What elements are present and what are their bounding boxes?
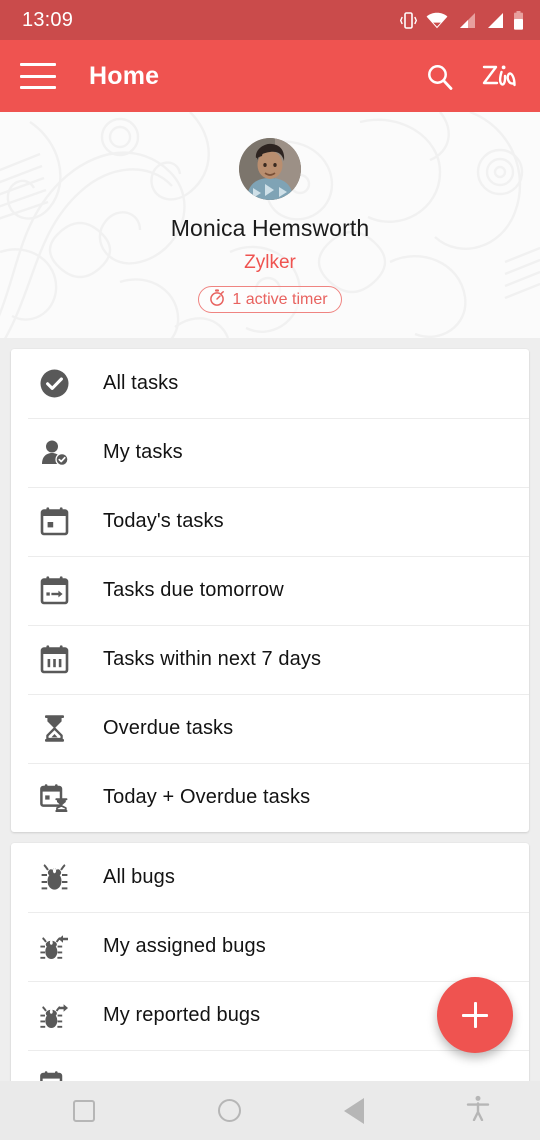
hourglass-icon [39,713,83,744]
status-bar: 13:09 [0,0,540,40]
circle-icon [218,1099,242,1122]
status-bar-icons [400,10,524,30]
square-icon [72,1099,95,1122]
stopwatch-icon [209,288,225,311]
add-button[interactable] [437,977,513,1053]
list-item-label: All tasks [103,372,179,394]
list-item-label: Today + Overdue tasks [103,786,311,808]
search-icon[interactable] [425,62,454,91]
list-item-tasks-due-tomorrow[interactable]: Tasks due tomorrow [11,556,529,625]
user-avatar-photo[interactable] [239,138,301,200]
list-item-label: My tasks [103,441,183,463]
list-item-all-tasks[interactable]: All tasks [11,349,529,418]
battery-icon [513,10,524,30]
bug-icon [39,862,83,893]
accessibility-icon [466,1095,490,1126]
accessibility-button[interactable] [416,1095,540,1126]
list-item-label: All bugs [103,866,175,888]
list-item-label: Tasks due tomorrow [103,579,284,601]
zia-assistant-icon[interactable] [480,61,518,91]
system-navigation-bar [0,1081,540,1140]
list-item-label: Tasks within next 7 days [103,648,322,670]
list-item-label: Overdue tasks [103,717,234,739]
list-item-all-bugs[interactable]: All bugs [11,843,529,912]
list-item-today-overdue-tasks[interactable]: Today + Overdue tasks [11,763,529,832]
list-item-tasks-next-7-days[interactable]: Tasks within next 7 days [11,625,529,694]
triangle-left-icon [343,1097,364,1124]
calendar-hourglass-icon [39,782,83,813]
list-item-overdue-tasks[interactable]: Overdue tasks [11,694,529,763]
signal-icon [457,12,476,29]
calendar-week-icon [39,644,83,675]
calendar-today-icon [39,506,83,537]
app-screen: 13:09 Home Monica Hemsworth Zylker 1 act… [0,0,540,1140]
company-name: Zylker [244,252,296,273]
user-name: Monica Hemsworth [170,215,370,241]
active-timer-label: 1 active timer [232,290,328,308]
list-item-label: My assigned bugs [103,935,266,957]
list-item-todays-tasks[interactable]: Today's tasks [11,487,529,556]
list-item-label: Today's tasks [103,510,224,532]
status-bar-clock: 13:09 [22,8,74,31]
person-check-icon [39,437,83,468]
hamburger-menu-icon[interactable] [20,63,56,89]
bugs-card: All bugs My assigned bugs My reported bu… [11,843,529,1119]
list-item-label: My reported bugs [103,1004,261,1026]
recents-button[interactable] [0,1099,168,1122]
bug-arrow-in-icon [39,931,83,962]
bug-arrow-out-icon [39,1000,83,1031]
calendar-arrow-right-icon [39,575,83,606]
app-toolbar: Home [0,40,540,112]
active-timer-badge[interactable]: 1 active timer [198,286,342,313]
vibrate-icon [400,11,417,30]
list-item-my-tasks[interactable]: My tasks [11,418,529,487]
tasks-card: All tasks My tasks Today's tasks Tasks d… [11,349,529,832]
back-button[interactable] [292,1097,416,1124]
check-circle-icon [39,368,83,399]
wifi-icon [426,12,448,29]
profile-header: Monica Hemsworth Zylker 1 active timer [0,112,540,338]
signal-icon [485,12,504,29]
page-title: Home [89,61,160,90]
home-button[interactable] [168,1099,292,1122]
list-item-my-assigned-bugs[interactable]: My assigned bugs [11,912,529,981]
